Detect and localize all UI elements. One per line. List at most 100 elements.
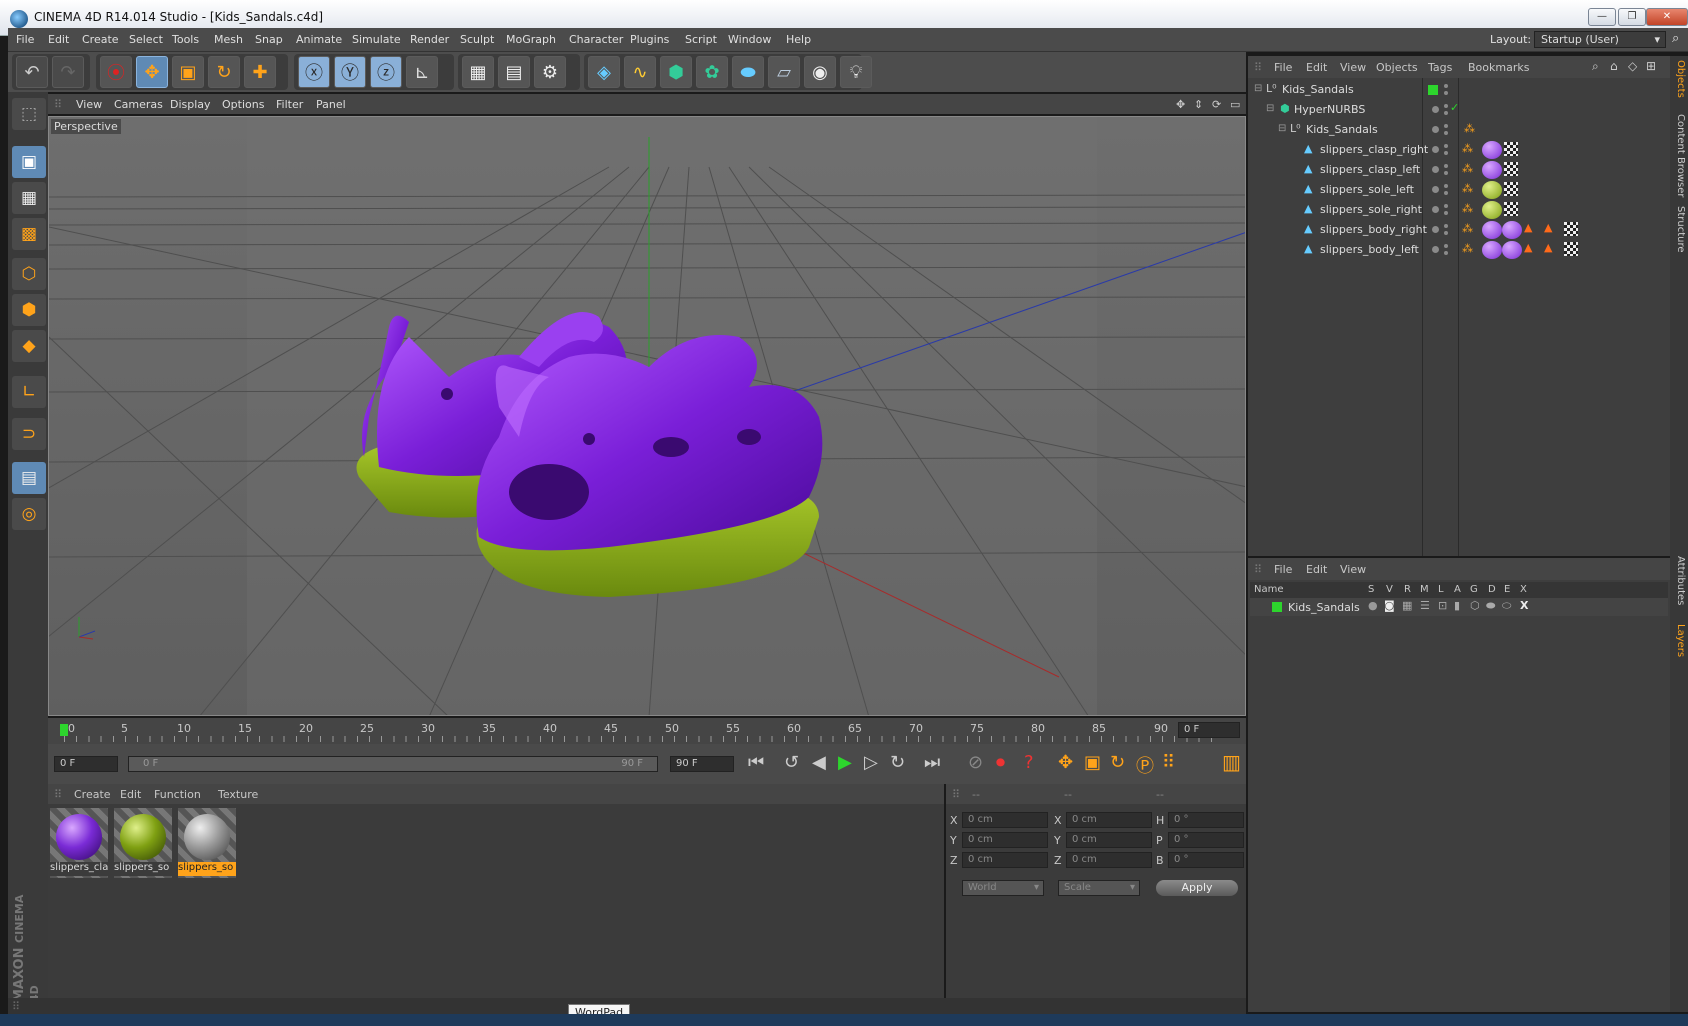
material-swatch[interactable]: slippers_so (114, 808, 172, 878)
size-y-field[interactable]: 0 cm (1066, 832, 1152, 848)
key-position-icon[interactable]: ✥ (1058, 752, 1073, 773)
object-menu-bookmarks[interactable]: Bookmarks (1468, 61, 1529, 74)
polygons-mode-icon[interactable]: ◆ (12, 330, 46, 362)
layer-row[interactable]: Kids_Sandals ● ◙ ▦ ☰ ⊡ ▮ ⬡ ⬬ ⬭ X (1250, 598, 1668, 616)
rotation-b-field[interactable]: 0 ° (1168, 852, 1244, 868)
layer-menu-view[interactable]: View (1340, 563, 1366, 576)
deformers-icon[interactable]: ⬬ (1486, 599, 1495, 613)
menu-sculpt[interactable]: Sculpt (460, 33, 494, 46)
array-icon[interactable]: ✿ (696, 56, 728, 88)
material-swatch[interactable]: slippers_cla (50, 808, 108, 878)
position-y-field[interactable]: 0 cm (962, 832, 1048, 848)
menu-window[interactable]: Window (728, 33, 771, 46)
menu-snap[interactable]: Snap (255, 33, 283, 46)
menu-select[interactable]: Select (129, 33, 163, 46)
key-pla-icon[interactable]: ⠿ (1162, 752, 1175, 773)
object-menu-view[interactable]: View (1340, 61, 1366, 74)
help-icon[interactable]: ? (1024, 752, 1034, 773)
make-editable-icon[interactable]: ⬚ (12, 98, 46, 130)
nurbs-icon[interactable]: ⬢ (660, 56, 692, 88)
y-axis-lock-icon[interactable]: Ⓨ (334, 56, 366, 88)
key-rotation-icon[interactable]: ↻ (1110, 752, 1125, 773)
perspective-viewport[interactable]: Perspective (48, 116, 1246, 716)
object-menu-edit[interactable]: Edit (1306, 61, 1327, 74)
size-z-field[interactable]: 0 cm (1066, 852, 1152, 868)
next-key-icon[interactable]: ↻ (890, 752, 905, 773)
snap-icon[interactable]: ◎ (12, 498, 46, 530)
deformer-icon[interactable]: ⬬ (732, 56, 764, 88)
menu-create[interactable]: Create (82, 33, 119, 46)
render-view-icon[interactable]: ▦ (462, 56, 494, 88)
object-row[interactable]: ▲ slippers_sole_right ⁂ (1248, 200, 1668, 220)
object-row[interactable]: ⊟ ⬢ HyperNURBS ✓ (1248, 100, 1668, 120)
coordinate-system-icon[interactable]: ⊾ (406, 56, 438, 88)
viewport-move-icon[interactable]: ✥ (1176, 98, 1185, 111)
viewport-menu-options[interactable]: Options (222, 98, 264, 111)
tab-objects[interactable]: Objects (1672, 60, 1686, 98)
play-icon[interactable]: ▶ (838, 752, 852, 773)
render-settings-icon[interactable]: ⚙ (534, 56, 566, 88)
viewport-menu-panel[interactable]: Panel (316, 98, 346, 111)
edges-mode-icon[interactable]: ⬢ (12, 294, 46, 326)
object-row[interactable]: ⊟ L⁰ Kids_Sandals ⁂ (1248, 120, 1668, 140)
visible-icon[interactable]: ◙ (1384, 599, 1395, 612)
z-axis-lock-icon[interactable]: ⓩ (370, 56, 402, 88)
viewport-maximize-icon[interactable]: ▭ (1230, 98, 1240, 111)
material-menu-create[interactable]: Create (74, 788, 111, 801)
end-frame-field[interactable]: 90 F (670, 756, 734, 772)
add-object-icon[interactable]: ✚ (244, 56, 276, 88)
key-parameter-icon[interactable]: Ⓟ (1136, 752, 1154, 778)
x-axis-lock-icon[interactable]: ⓧ (298, 56, 330, 88)
rotate-tool-icon[interactable]: ↻ (208, 56, 240, 88)
render-picture-viewer-icon[interactable]: ▤ (498, 56, 530, 88)
viewport-menu-display[interactable]: Display (170, 98, 211, 111)
go-to-start-icon[interactable]: ⏮ (748, 752, 764, 773)
coordinate-space-select[interactable]: World ▾ (962, 880, 1044, 896)
viewport-menu-filter[interactable]: Filter (276, 98, 303, 111)
axis-mode-icon[interactable]: ∟ (12, 376, 46, 408)
cube-icon[interactable]: ◈ (588, 56, 620, 88)
restore-button[interactable]: ❐ (1618, 8, 1646, 26)
menu-plugins[interactable]: Plugins (630, 33, 669, 46)
frame-range-slider[interactable]: 0 F 90 F (128, 756, 658, 772)
grid-lock-icon[interactable]: ▤ (12, 462, 46, 494)
points-mode-icon[interactable]: ⬡ (12, 258, 46, 290)
camera-icon[interactable]: ◉ (804, 56, 836, 88)
texture-mode-icon[interactable]: ▦ (12, 182, 46, 214)
menu-edit[interactable]: Edit (48, 33, 69, 46)
rotation-p-field[interactable]: 0 ° (1168, 832, 1244, 848)
record-keys-icon[interactable]: ⊘ (968, 752, 983, 773)
rotation-h-field[interactable]: 0 ° (1168, 812, 1244, 828)
step-forward-icon[interactable]: ▷ (864, 752, 878, 773)
menu-help[interactable]: Help (786, 33, 811, 46)
menu-mesh[interactable]: Mesh (214, 33, 243, 46)
menu-render[interactable]: Render (410, 33, 449, 46)
material-menu-edit[interactable]: Edit (120, 788, 141, 801)
size-x-field[interactable]: 0 cm (1066, 812, 1152, 828)
home-icon[interactable]: ⌂ (1610, 59, 1618, 73)
layer-menu-file[interactable]: File (1274, 563, 1292, 576)
collapse-icon[interactable]: ◇ (1628, 59, 1637, 73)
viewport-camera-label[interactable]: Perspective (51, 119, 121, 134)
object-menu-objects[interactable]: Objects (1376, 61, 1418, 74)
layer-name[interactable]: Kids_Sandals (1288, 601, 1360, 614)
viewport-zoom-icon[interactable]: ⇕ (1194, 98, 1203, 111)
tab-attributes[interactable]: Attributes (1672, 556, 1686, 605)
minimize-button[interactable]: — (1588, 8, 1616, 26)
position-z-field[interactable]: 0 cm (962, 852, 1048, 868)
go-to-end-icon[interactable]: ⏭ (924, 752, 940, 773)
viewport-menu-view[interactable]: View (76, 98, 102, 111)
workplane-icon[interactable]: ▩ (12, 218, 46, 250)
search-icon[interactable]: ⌕ (1672, 31, 1679, 46)
tab-content-browser[interactable]: Content Browser (1672, 114, 1686, 197)
menu-animate[interactable]: Animate (296, 33, 342, 46)
material-swatch[interactable]: slippers_so (178, 808, 236, 878)
object-row[interactable]: ⊟ L⁰ Kids_Sandals (1248, 80, 1668, 100)
object-row[interactable]: ▲ slippers_body_right ⁂ ▲ ▲ (1248, 220, 1668, 240)
menu-character[interactable]: Character (569, 33, 623, 46)
menu-mograph[interactable]: MoGraph (506, 33, 556, 46)
playhead-marker[interactable] (60, 724, 68, 736)
auto-key-icon[interactable]: ⏺ (996, 752, 1005, 773)
apply-button[interactable]: Apply (1156, 880, 1238, 896)
material-menu-function[interactable]: Function (154, 788, 201, 801)
